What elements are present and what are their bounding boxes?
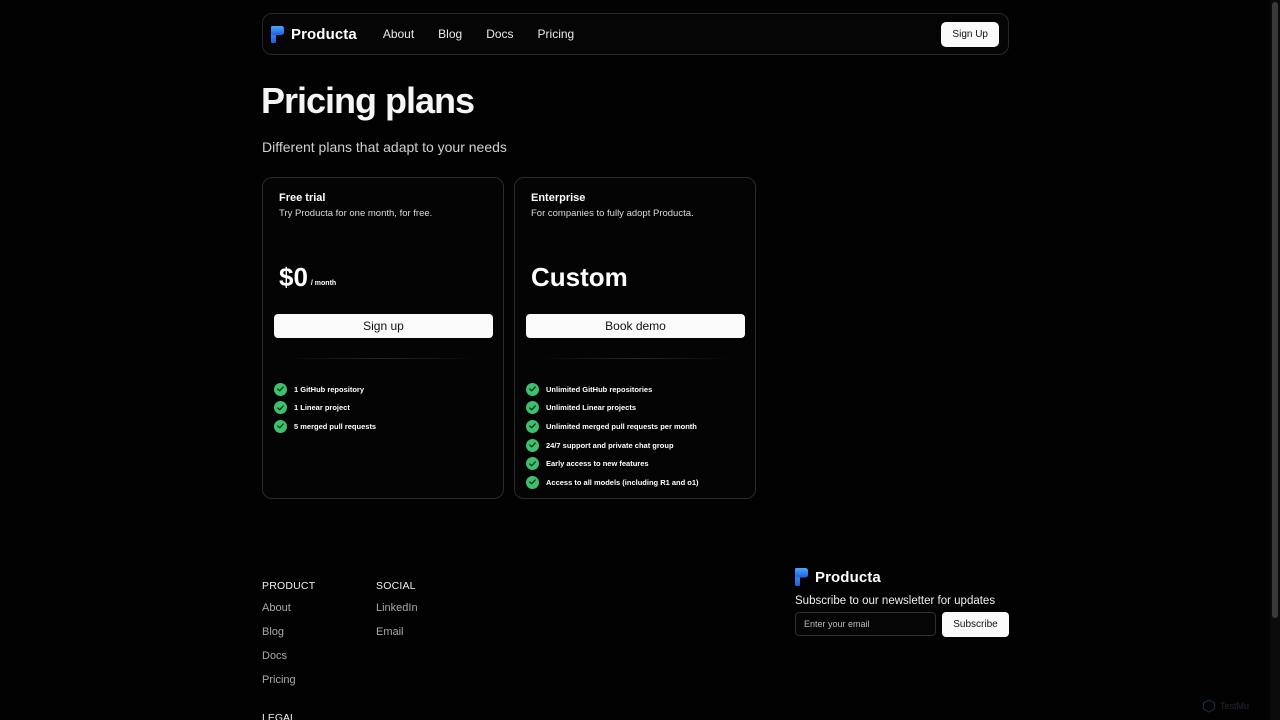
nav-link-docs[interactable]: Docs bbox=[486, 27, 513, 41]
plan-price: $0 / month bbox=[279, 264, 336, 290]
signup-plan-button[interactable]: Sign up bbox=[274, 314, 493, 338]
feature-item: 5 merged pull requests bbox=[274, 417, 376, 436]
footer-heading-legal: LEGAL bbox=[262, 712, 296, 720]
footer-heading-product: PRODUCT bbox=[262, 580, 316, 592]
feature-item: Access to all models (including R1 and o… bbox=[526, 473, 699, 492]
check-icon bbox=[274, 401, 287, 415]
newsletter-title: Subscribe to our newsletter for updates bbox=[795, 595, 996, 607]
feature-list: Unlimited GitHub repositories Unlimited … bbox=[526, 380, 699, 492]
brand-name: Producta bbox=[291, 25, 357, 43]
feature-text: Early access to new features bbox=[546, 459, 649, 469]
price-value: Custom bbox=[531, 262, 628, 292]
feature-text: 24/7 support and private chat group bbox=[546, 440, 674, 450]
card-divider bbox=[537, 358, 733, 359]
footer-link-about[interactable]: About bbox=[262, 602, 315, 626]
feature-text: Access to all models (including R1 and o… bbox=[546, 477, 699, 487]
newsletter-form: Subscribe bbox=[795, 612, 1009, 637]
feature-text: Unlimited merged pull requests per month bbox=[546, 421, 697, 431]
footer-link-email[interactable]: Email bbox=[376, 626, 418, 650]
producta-logo-icon bbox=[795, 568, 808, 586]
plan-price: Custom bbox=[531, 264, 628, 290]
top-navbar: Producta About Blog Docs Pricing Sign Up bbox=[262, 13, 1009, 55]
feature-item: Unlimited Linear projects bbox=[526, 399, 699, 418]
footer-link-blog[interactable]: Blog bbox=[262, 626, 315, 650]
feature-item: Unlimited merged pull requests per month bbox=[526, 417, 699, 436]
check-icon bbox=[526, 382, 539, 396]
plan-name: Free trial bbox=[279, 192, 326, 204]
feature-item: Unlimited GitHub repositories bbox=[526, 380, 699, 399]
price-unit: / month bbox=[310, 280, 337, 287]
check-icon bbox=[526, 475, 539, 489]
watermark-hexagon-icon bbox=[1202, 699, 1216, 713]
footer-link-pricing[interactable]: Pricing bbox=[262, 674, 315, 698]
nav-link-pricing[interactable]: Pricing bbox=[538, 27, 575, 41]
feature-item: 1 Linear project bbox=[274, 399, 376, 418]
check-icon bbox=[526, 401, 539, 415]
feature-text: Unlimited GitHub repositories bbox=[546, 384, 653, 394]
plan-card-enterprise: Enterprise For companies to fully adopt … bbox=[514, 177, 756, 499]
check-icon bbox=[526, 457, 539, 471]
footer-link-linkedin[interactable]: LinkedIn bbox=[376, 602, 418, 626]
watermark: TestMu bbox=[1202, 699, 1249, 713]
newsletter-email-input[interactable] bbox=[795, 612, 936, 636]
footer-brand-logo[interactable]: Producta bbox=[795, 568, 1009, 586]
feature-item: 24/7 support and private chat group bbox=[526, 436, 699, 455]
footer-social-column: SOCIAL LinkedIn Email bbox=[376, 580, 418, 650]
feature-item: Early access to new features bbox=[526, 454, 699, 473]
plan-description: Try Producta for one month, for free. bbox=[279, 208, 433, 219]
nav-links: About Blog Docs Pricing bbox=[383, 27, 942, 41]
page-scrollbar[interactable] bbox=[1270, 0, 1280, 720]
check-icon bbox=[274, 382, 287, 396]
page-subtitle: Different plans that adapt to your needs bbox=[262, 139, 507, 155]
plan-name: Enterprise bbox=[531, 192, 586, 204]
book-demo-button[interactable]: Book demo bbox=[526, 314, 745, 338]
newsletter-section: Producta Subscribe to our newsletter for… bbox=[795, 568, 1009, 637]
feature-item: 1 GitHub repository bbox=[274, 380, 376, 399]
card-divider bbox=[285, 358, 481, 359]
watermark-text: TestMu bbox=[1220, 701, 1250, 711]
feature-text: 1 GitHub repository bbox=[294, 384, 365, 394]
feature-text: 5 merged pull requests bbox=[294, 421, 377, 431]
footer-heading-social: SOCIAL bbox=[376, 580, 416, 592]
footer-link-docs[interactable]: Docs bbox=[262, 650, 315, 674]
nav-link-about[interactable]: About bbox=[383, 27, 414, 41]
feature-text: 1 Linear project bbox=[294, 403, 350, 413]
plan-description: For companies to fully adopt Producta. bbox=[531, 208, 694, 219]
nav-signup-button[interactable]: Sign Up bbox=[941, 21, 999, 47]
scrollbar-thumb[interactable] bbox=[1272, 2, 1278, 618]
plan-card-free-trial: Free trial Try Producta for one month, f… bbox=[262, 177, 504, 499]
page-title: Pricing plans bbox=[261, 80, 475, 121]
subscribe-button[interactable]: Subscribe bbox=[942, 612, 1009, 637]
nav-link-blog[interactable]: Blog bbox=[438, 27, 462, 41]
feature-text: Unlimited Linear projects bbox=[546, 403, 637, 413]
brand-name: Producta bbox=[815, 568, 881, 586]
check-icon bbox=[274, 419, 287, 433]
brand-logo[interactable]: Producta bbox=[271, 25, 357, 43]
check-icon bbox=[526, 438, 539, 452]
price-value: $0 bbox=[279, 262, 308, 292]
feature-list: 1 GitHub repository 1 Linear project 5 m… bbox=[274, 380, 376, 436]
footer-product-column: PRODUCT About Blog Docs Pricing bbox=[262, 580, 315, 698]
check-icon bbox=[526, 419, 539, 433]
producta-logo-icon bbox=[271, 25, 284, 43]
